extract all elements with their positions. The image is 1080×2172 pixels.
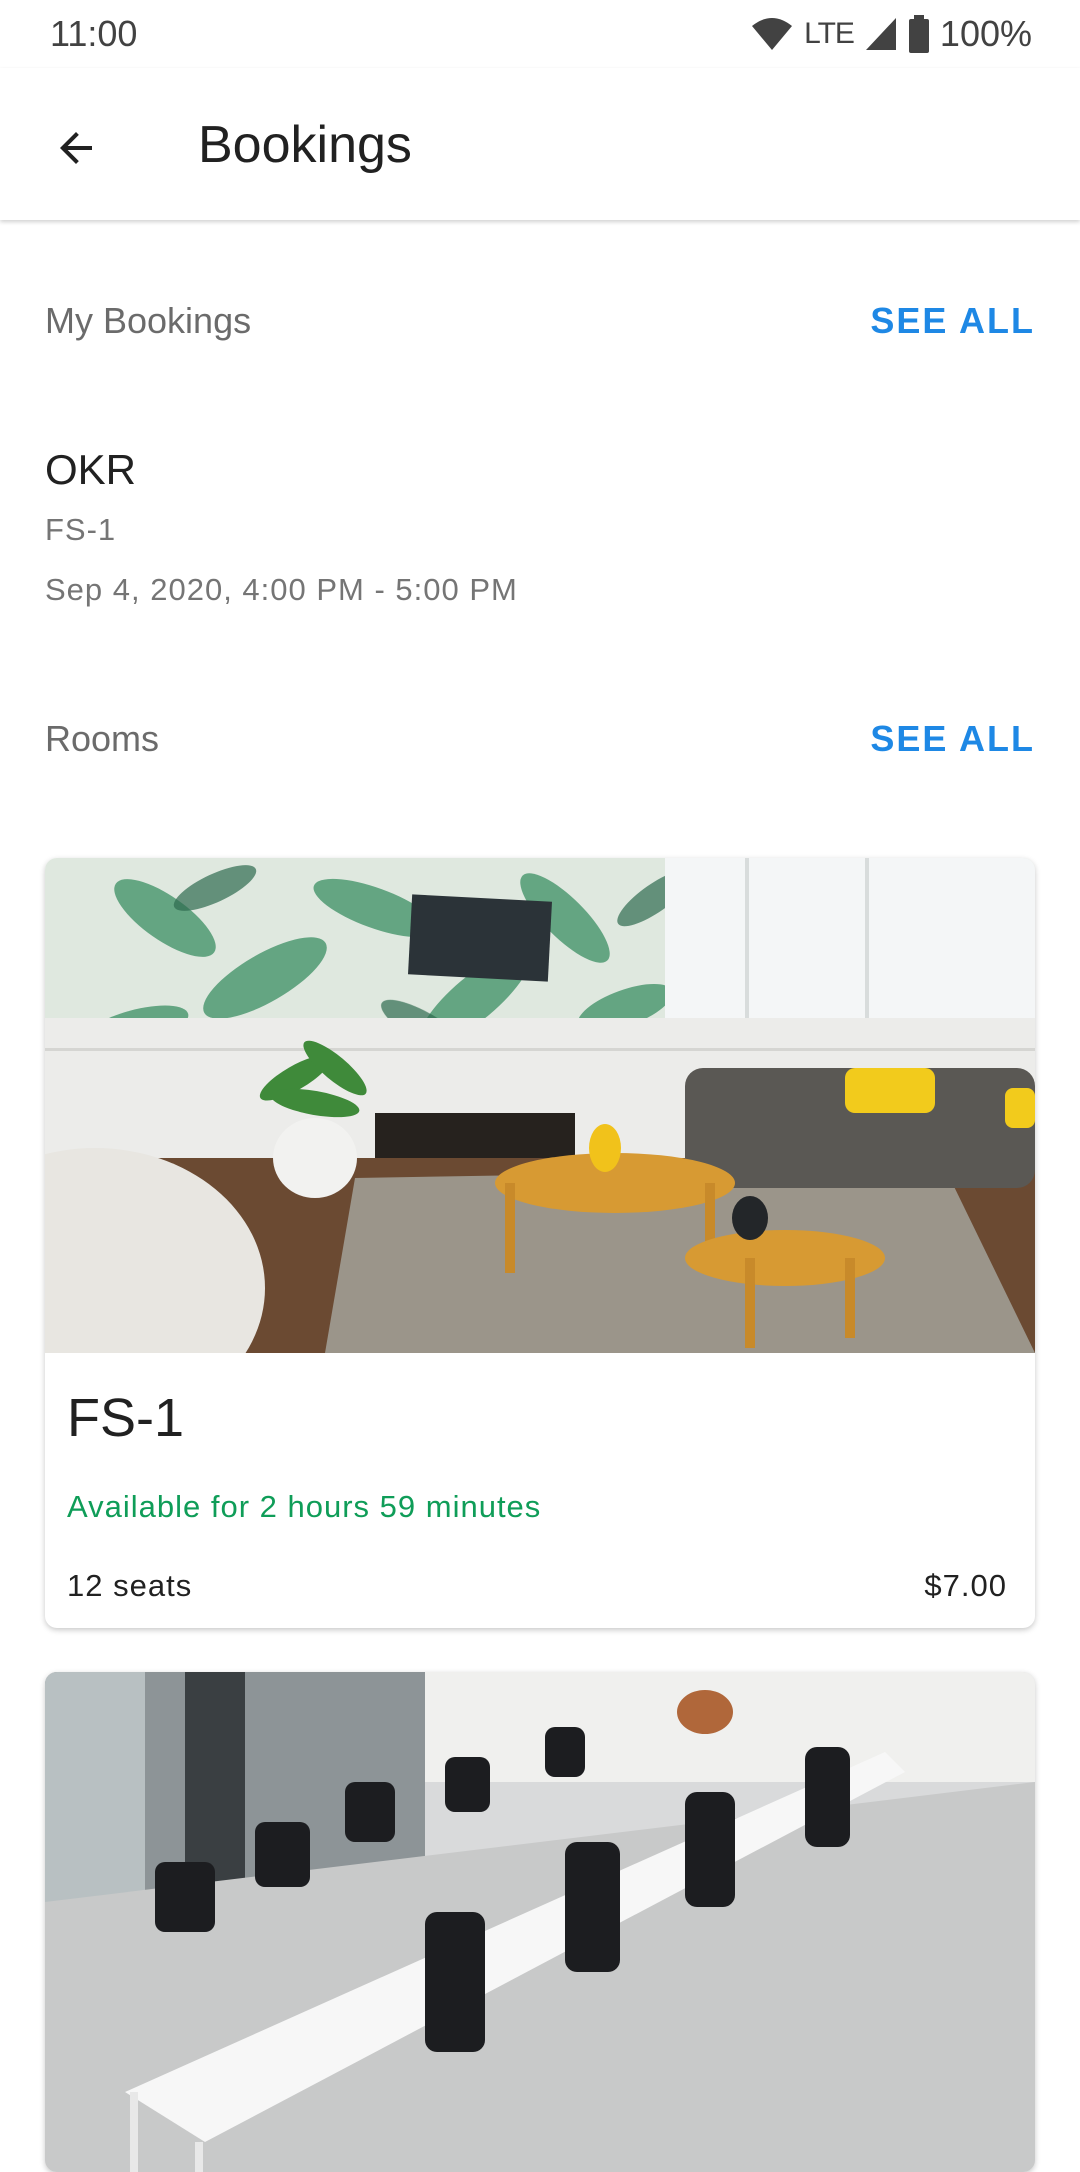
room-card-body: FS-1 Available for 2 hours 59 minutes 12… [45, 1353, 1035, 1628]
rooms-title: Rooms [45, 718, 160, 759]
wifi-icon [752, 18, 793, 50]
booking-item[interactable]: OKR FS-1 Sep 4, 2020, 4:00 PM - 5:00 PM [45, 446, 518, 608]
back-button[interactable] [44, 116, 108, 180]
room-photo-desks [45, 1672, 1035, 2172]
see-all-bookings-button[interactable]: SEE ALL [870, 300, 1035, 342]
room-availability: Available for 2 hours 59 minutes [67, 1489, 542, 1524]
see-all-rooms-button[interactable]: SEE ALL [870, 718, 1035, 760]
my-bookings-title: My Bookings [45, 300, 252, 341]
booking-name: OKR [45, 446, 137, 493]
my-bookings-header: My Bookings SEE ALL [45, 300, 1035, 342]
room-card[interactable]: FS-1 Available for 2 hours 59 minutes 12… [45, 858, 1035, 1628]
room-card[interactable] [45, 1672, 1035, 2172]
status-bar: 11:00 LTE 100% [0, 0, 1080, 68]
arrow-back-icon [60, 132, 92, 164]
room-seats: 12 seats [67, 1568, 193, 1603]
status-time: 11:00 [50, 13, 138, 54]
status-icons: LTE 100% [750, 13, 1032, 55]
battery-percent: 100% [939, 13, 1032, 54]
room-photo-lounge [45, 858, 1035, 1353]
booking-time: Sep 4, 2020, 4:00 PM - 5:00 PM [45, 572, 518, 607]
booking-room: FS-1 [45, 512, 117, 547]
app-bar: Bookings [0, 68, 1080, 220]
page-title: Bookings [198, 116, 412, 174]
rooms-header: Rooms SEE ALL [45, 718, 1035, 760]
room-price: $7.00 [924, 1568, 1007, 1603]
signal-icon [865, 18, 896, 50]
network-type: LTE [804, 17, 855, 50]
room-name: FS-1 [67, 1388, 185, 1448]
battery-icon [908, 15, 929, 53]
room-card-footer: 12 seats $7.00 [67, 1568, 1007, 1604]
